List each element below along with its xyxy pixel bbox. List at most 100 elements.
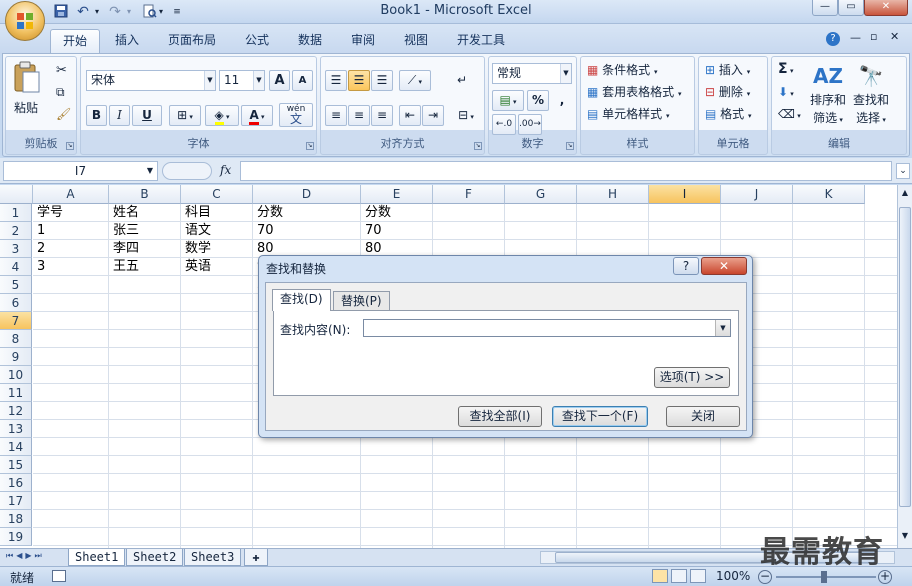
column-header-a[interactable]: A: [33, 185, 109, 204]
row-header-2[interactable]: 2: [0, 222, 32, 240]
clear-button[interactable]: ⌫ ▾: [778, 107, 801, 121]
cell-e2[interactable]: 70: [361, 222, 433, 240]
delete-cells-button[interactable]: ⊟ 删除 ▾: [705, 83, 750, 103]
vertical-scroll-thumb[interactable]: [899, 207, 911, 507]
column-header-j[interactable]: J: [721, 185, 793, 204]
shrink-font-button[interactable]: A: [292, 70, 313, 91]
align-left-button[interactable]: ≡: [325, 105, 347, 126]
normal-view-icon[interactable]: [652, 569, 668, 583]
cell-c2[interactable]: 语文: [181, 222, 253, 240]
row-header-12[interactable]: 12: [0, 402, 32, 420]
row-header-8[interactable]: 8: [0, 330, 32, 348]
row-header-17[interactable]: 17: [0, 492, 32, 510]
maximize-button[interactable]: ▭: [838, 0, 864, 16]
sort-filter-button[interactable]: AZ 排序和 筛选 ▾: [808, 61, 848, 133]
alignment-launcher-icon[interactable]: ↘: [474, 142, 482, 150]
format-as-table-button[interactable]: ▦ 套用表格格式 ▾: [587, 83, 682, 103]
fill-color-button[interactable]: ◈ ▾: [205, 105, 239, 126]
tab-developer[interactable]: 开发工具: [445, 29, 517, 54]
column-header-k[interactable]: K: [793, 185, 865, 204]
align-center-button[interactable]: ≡: [348, 105, 370, 126]
chevron-down-icon[interactable]: ▼: [715, 320, 730, 336]
column-header-h[interactable]: H: [577, 185, 649, 204]
formula-bar-divider[interactable]: [162, 162, 212, 180]
row-header-11[interactable]: 11: [0, 384, 32, 402]
sheet-tab-1[interactable]: Sheet1: [68, 549, 126, 566]
sheet-tab-3[interactable]: Sheet3: [184, 549, 242, 566]
row-header-7[interactable]: 7: [0, 312, 32, 330]
clipboard-launcher-icon[interactable]: ↘: [66, 142, 74, 150]
fill-button[interactable]: ⬇ ▾: [778, 85, 794, 99]
ribbon-minimize-icon[interactable]: —: [850, 31, 861, 44]
minimize-button[interactable]: —: [812, 0, 838, 16]
tab-insert[interactable]: 插入: [103, 29, 151, 54]
tab-review[interactable]: 审阅: [339, 29, 387, 54]
format-painter-icon[interactable]: 🖌: [56, 107, 71, 121]
insert-cells-button[interactable]: ⊞ 插入 ▾: [705, 61, 750, 81]
grow-font-button[interactable]: A: [269, 70, 290, 91]
cell-b1[interactable]: 姓名: [109, 204, 181, 222]
currency-button[interactable]: ▤ ▾: [492, 90, 524, 111]
tab-home[interactable]: 开始: [50, 29, 101, 54]
decrease-indent-button[interactable]: ⇤: [399, 105, 421, 126]
cell-c1[interactable]: 科目: [181, 204, 253, 222]
comma-button[interactable]: ,: [551, 90, 573, 111]
insert-function-icon[interactable]: fx: [220, 163, 231, 177]
wrap-text-button[interactable]: ↵: [451, 70, 473, 91]
column-header-c[interactable]: C: [181, 185, 253, 204]
zoom-level[interactable]: 100%: [716, 569, 750, 583]
row-header-3[interactable]: 3: [0, 240, 32, 258]
cell-b3[interactable]: 李四: [109, 240, 181, 258]
page-layout-view-icon[interactable]: [671, 569, 687, 583]
font-launcher-icon[interactable]: ↘: [306, 142, 314, 150]
cell-a2[interactable]: 1: [33, 222, 109, 240]
align-bottom-button[interactable]: ☰: [371, 70, 393, 91]
find-select-button[interactable]: 🔭 查找和 选择 ▾: [850, 61, 892, 133]
cut-icon[interactable]: ✂: [56, 63, 67, 78]
cell-b4[interactable]: 王五: [109, 258, 181, 276]
formula-input[interactable]: [240, 161, 892, 181]
cell-c3[interactable]: 数学: [181, 240, 253, 258]
font-name-select[interactable]: 宋体 ▼: [86, 70, 216, 91]
bold-button[interactable]: B: [86, 105, 107, 126]
font-size-select[interactable]: 11 ▼: [219, 70, 265, 91]
scroll-down-icon[interactable]: ▼: [899, 531, 911, 544]
window-close-button[interactable]: ✕: [864, 0, 908, 16]
dialog-close-button[interactable]: ✕: [701, 257, 747, 275]
options-button[interactable]: 选项(T) >>: [654, 367, 730, 388]
office-button[interactable]: [5, 1, 45, 41]
cell-b2[interactable]: 张三: [109, 222, 181, 240]
row-header-10[interactable]: 10: [0, 366, 32, 384]
autosum-button[interactable]: Σ ▾: [778, 61, 794, 77]
copy-icon[interactable]: ⧉: [56, 85, 65, 100]
row-header-19[interactable]: 19: [0, 528, 32, 546]
column-header-d[interactable]: D: [253, 185, 361, 204]
underline-button[interactable]: U: [132, 105, 162, 126]
row-header-14[interactable]: 14: [0, 438, 32, 456]
workbook-close-icon[interactable]: ✕: [890, 30, 899, 43]
vertical-scrollbar[interactable]: ▲ ▼: [897, 185, 912, 548]
column-header-e[interactable]: E: [361, 185, 433, 204]
cell-a3[interactable]: 2: [33, 240, 109, 258]
align-right-button[interactable]: ≡: [371, 105, 393, 126]
tab-page-layout[interactable]: 页面布局: [156, 29, 228, 54]
number-format-select[interactable]: 常规 ▼: [492, 63, 572, 84]
find-next-button[interactable]: 查找下一个(F): [552, 406, 648, 427]
cell-c4[interactable]: 英语: [181, 258, 253, 276]
column-header-f[interactable]: F: [433, 185, 505, 204]
paste-button[interactable]: 粘贴: [12, 61, 44, 121]
macro-record-icon[interactable]: [52, 570, 66, 582]
select-all-corner[interactable]: [0, 185, 33, 204]
zoom-in-icon[interactable]: +: [878, 570, 892, 584]
cell-styles-button[interactable]: ▤ 单元格样式 ▾: [587, 105, 670, 125]
merge-center-button[interactable]: ⊟ ▾: [451, 105, 481, 126]
orientation-button[interactable]: ⟋ ▾: [399, 70, 431, 91]
number-launcher-icon[interactable]: ↘: [566, 142, 574, 150]
zoom-slider-thumb[interactable]: [821, 571, 827, 583]
cell-a4[interactable]: 3: [33, 258, 109, 276]
row-header-4[interactable]: 4: [0, 258, 32, 276]
column-header-b[interactable]: B: [109, 185, 181, 204]
row-header-15[interactable]: 15: [0, 456, 32, 474]
insert-sheet-icon[interactable]: ✚: [244, 549, 268, 566]
expand-formula-bar-icon[interactable]: ⌄: [896, 163, 910, 179]
